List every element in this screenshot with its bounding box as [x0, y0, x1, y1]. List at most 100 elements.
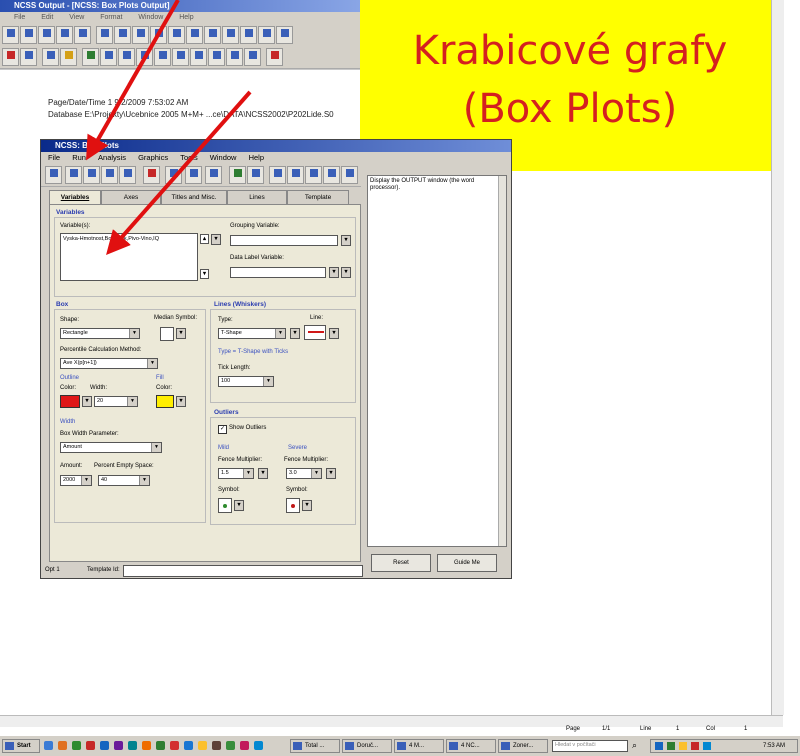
- tab-lines[interactable]: Lines: [227, 190, 287, 204]
- fill-color-swatch[interactable]: [156, 395, 174, 408]
- severe-symbol-pick-button[interactable]: ▾: [302, 500, 312, 511]
- help-scrollbar[interactable]: [498, 176, 506, 546]
- shape-select[interactable]: Rectangle ▼: [60, 328, 140, 339]
- toolbar-button[interactable]: [132, 26, 149, 44]
- output-menu-view[interactable]: View: [69, 14, 84, 21]
- toolbar-button[interactable]: [60, 48, 77, 66]
- proc-icon[interactable]: [287, 166, 304, 184]
- quick-launch-icon[interactable]: [86, 741, 95, 750]
- navigator-icon[interactable]: [165, 166, 182, 184]
- outline-color-pick-button[interactable]: ▾: [82, 396, 92, 407]
- toolbar-button[interactable]: [244, 48, 261, 66]
- output-icon[interactable]: [205, 166, 222, 184]
- quick-launch-icon[interactable]: [184, 741, 193, 750]
- toolbar-button[interactable]: [240, 26, 257, 44]
- help-icon[interactable]: [341, 166, 358, 184]
- output-menu-file[interactable]: File: [14, 14, 25, 21]
- variables-scroll-down[interactable]: ▾: [200, 269, 209, 279]
- quick-launch-icon[interactable]: [72, 741, 81, 750]
- toolbar-button[interactable]: [82, 48, 99, 66]
- variables-scroll-up[interactable]: ▴: [200, 234, 209, 244]
- data-icon[interactable]: [185, 166, 202, 184]
- tray-icon[interactable]: [703, 742, 711, 750]
- outline-color-swatch[interactable]: [60, 395, 80, 408]
- line-style-pick-button[interactable]: ▾: [329, 328, 339, 339]
- output-document[interactable]: Page/Date/Time 1 9/2/2009 7:53:02 AM Dat…: [0, 70, 362, 140]
- variables-input[interactable]: Vyska-Hmotnost,Boty-Vek,Pivo-Vino,IQ: [60, 233, 198, 281]
- tab-variables[interactable]: Variables: [49, 190, 101, 204]
- quick-launch-icon[interactable]: [170, 741, 179, 750]
- variables-pick-button[interactable]: ▾: [211, 234, 221, 245]
- quick-launch-icon[interactable]: [226, 741, 235, 750]
- play-icon[interactable]: [247, 166, 264, 184]
- toolbar-button[interactable]: [100, 48, 117, 66]
- quick-launch-icon[interactable]: [58, 741, 67, 750]
- start-button[interactable]: Start: [2, 739, 40, 753]
- search-input[interactable]: Hledat v počítači: [552, 740, 628, 752]
- taskbar-item-m[interactable]: 4 M...: [394, 739, 444, 753]
- data-label-pick-button-1[interactable]: ▾: [329, 267, 339, 278]
- show-outliers-checkbox[interactable]: ✓: [218, 425, 227, 434]
- dialog-menu-graphics[interactable]: Graphics: [138, 153, 168, 162]
- procedure-icon[interactable]: [143, 166, 160, 184]
- toolbar-button[interactable]: [258, 26, 275, 44]
- toolbar-button[interactable]: [136, 48, 153, 66]
- new-icon[interactable]: [65, 166, 82, 184]
- toolbar-button[interactable]: [118, 48, 135, 66]
- search-icon[interactable]: ⌕: [632, 740, 637, 751]
- table-icon[interactable]: [305, 166, 322, 184]
- template-id-input[interactable]: [123, 565, 363, 577]
- toolbar-button[interactable]: [96, 26, 113, 44]
- toolbar-button[interactable]: [56, 26, 73, 44]
- filter-icon[interactable]: [229, 166, 246, 184]
- quick-launch-icon[interactable]: [44, 741, 53, 750]
- median-symbol-swatch[interactable]: [160, 327, 174, 341]
- quick-launch-icon[interactable]: [128, 741, 137, 750]
- stats-icon[interactable]: [269, 166, 286, 184]
- toolbar-button[interactable]: [222, 26, 239, 44]
- taskbar-item-total[interactable]: Total ...: [290, 739, 340, 753]
- dialog-menu-help[interactable]: Help: [249, 153, 264, 162]
- output-menu-edit[interactable]: Edit: [41, 14, 53, 21]
- toolbar-button[interactable]: [204, 26, 221, 44]
- dialog-menu-file[interactable]: File: [48, 153, 60, 162]
- quick-launch-icon[interactable]: [100, 741, 109, 750]
- mild-fence-pick-button[interactable]: ▾: [258, 468, 268, 479]
- box-width-parameter-select[interactable]: Amount ▼: [60, 442, 162, 453]
- grouping-variable-input[interactable]: [230, 235, 338, 246]
- tray-icon[interactable]: [667, 742, 675, 750]
- toolbar-button[interactable]: [276, 26, 293, 44]
- tray-icon[interactable]: [655, 742, 663, 750]
- toolbar-button[interactable]: [172, 48, 189, 66]
- quick-launch-icon[interactable]: [212, 741, 221, 750]
- toolbar-button[interactable]: [150, 26, 167, 44]
- toolbar-button[interactable]: [208, 48, 225, 66]
- mild-symbol-pick-button[interactable]: ▾: [234, 500, 244, 511]
- tab-template[interactable]: Template: [287, 190, 349, 204]
- percent-empty-space-select[interactable]: 40 ▼: [98, 475, 150, 486]
- dialog-menu-window[interactable]: Window: [210, 153, 237, 162]
- toolbar-button[interactable]: [74, 26, 91, 44]
- toolbar-button[interactable]: [42, 48, 59, 66]
- line-type-pick-button[interactable]: ▾: [290, 328, 300, 339]
- mild-symbol-swatch[interactable]: [218, 498, 232, 513]
- output-menu-format[interactable]: Format: [100, 14, 122, 21]
- taskbar-item-zoner[interactable]: Zoner...: [498, 739, 548, 753]
- open-icon[interactable]: [83, 166, 100, 184]
- median-symbol-pick-button[interactable]: ▾: [176, 328, 186, 339]
- quick-launch-icon[interactable]: [142, 741, 151, 750]
- outline-width-select[interactable]: 20 ▼: [94, 396, 138, 407]
- fill-color-pick-button[interactable]: ▾: [176, 396, 186, 407]
- toolbar-button[interactable]: [38, 26, 55, 44]
- severe-fence-select[interactable]: 3.0 ▼: [286, 468, 322, 479]
- toolbar-button[interactable]: [2, 26, 19, 44]
- dialog-menu-run[interactable]: Run: [72, 153, 86, 162]
- toolbar-button[interactable]: [186, 26, 203, 44]
- tray-icon[interactable]: [691, 742, 699, 750]
- taskbar-item-ncss[interactable]: 4 NC...: [446, 739, 496, 753]
- quick-launch-icon[interactable]: [254, 741, 263, 750]
- tick-length-select[interactable]: 100 ▼: [218, 376, 274, 387]
- note-icon[interactable]: [323, 166, 340, 184]
- quick-launch-icon[interactable]: [240, 741, 249, 750]
- severe-symbol-swatch[interactable]: [286, 498, 300, 513]
